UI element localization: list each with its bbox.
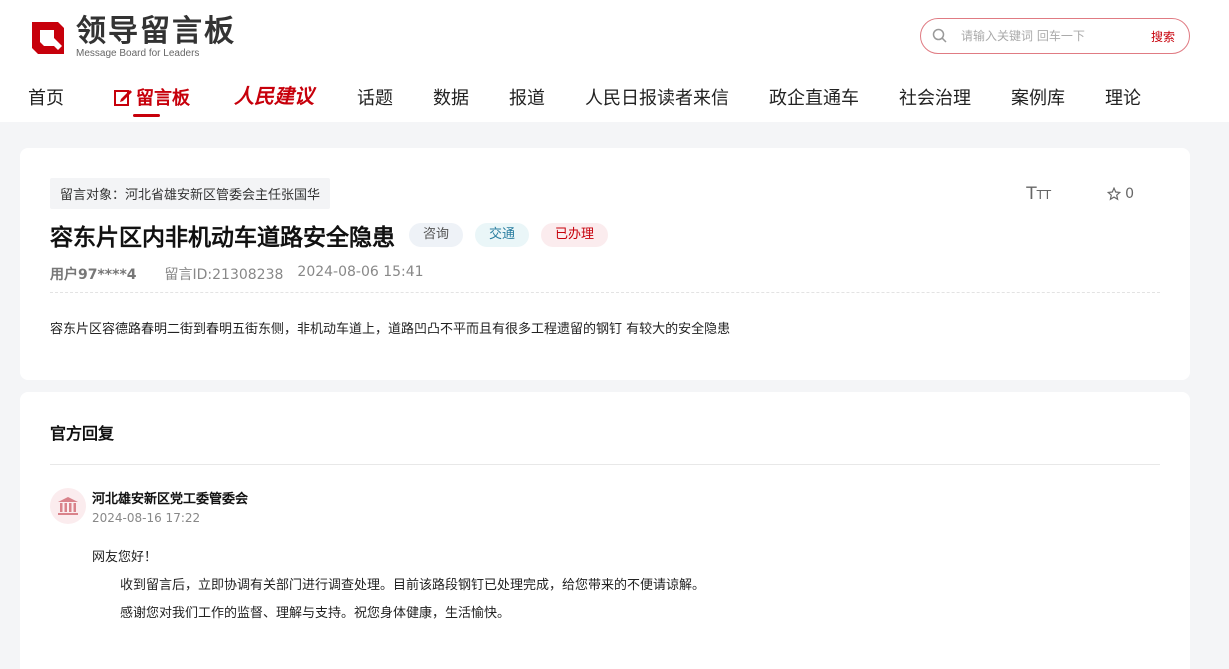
message-id: 留言ID:21308238 [164,267,284,283]
reply-datetime: 2024-08-16 17:22 [92,511,201,525]
site-title: 领导留言板 [76,14,236,49]
message-card: 留言对象：河北省雄安新区管委会主任张国华 TTT 0 容东片区内非机动车道路安全… [20,148,1190,380]
message-user: 用户97****4 [50,267,137,283]
tag-consult[interactable]: 咨询 [409,223,464,247]
edit-icon [114,90,132,106]
message-datetime: 2024-08-06 15:41 [297,264,424,280]
reply-org-name: 河北雄安新区党工委管委会 [92,492,249,507]
avatar [50,488,86,524]
reply-heading: 官方回复 [50,424,115,443]
nav-item-theory[interactable]: 理论 [1105,84,1141,110]
search-input[interactable] [961,29,1131,43]
title-row: 容东片区内非机动车道路安全隐患 咨询 交通 已办理 [50,218,609,252]
government-building-icon [58,497,78,515]
tag-traffic[interactable]: 交通 [475,223,530,247]
search-icon [932,28,947,43]
star-icon [1107,187,1122,201]
reply-line: 收到留言后，立即协调有关部门进行调查处理。目前该路段钢钉已处理完成，给您带来的不… [120,578,706,593]
main-nav: 首页 留言板 人民建议 话题 数据 报道 人民日报读者来信 政企直通车 社会治理… [0,80,1229,120]
message-target: 留言对象：河北省雄安新区管委会主任张国华 [50,178,331,209]
reply-line: 感谢您对我们工作的监督、理解与支持。祝您身体健康，生活愉快。 [120,606,511,621]
nav-item-enterprise[interactable]: 政企直通车 [769,84,859,110]
tag-status: 已办理 [541,223,609,247]
site-logo[interactable]: 领导留言板 Message Board for Leaders [28,16,236,60]
nav-item-social-governance[interactable]: 社会治理 [899,84,971,110]
favorite-button[interactable]: 0 [1107,186,1134,202]
nav-item-case-library[interactable]: 案例库 [1011,84,1065,110]
divider [50,292,1160,293]
search-button[interactable]: 搜索 [1151,28,1175,45]
message-title: 容东片区内非机动车道路安全隐患 [50,225,395,251]
nav-item-reports[interactable]: 报道 [509,84,545,110]
top-header: 领导留言板 Message Board for Leaders 搜索 首页 留言… [0,0,1229,122]
search-box: 搜索 [920,18,1190,54]
reply-card: 官方回复 河北雄安新区党工委管委会 2024-08-16 17:22 网友您好！… [20,392,1190,669]
nav-active-underline [133,114,160,117]
reply-body: 网友您好！ 收到留言后，立即协调有关部门进行调查处理。目前该路段钢钉已处理完成，… [92,544,705,628]
reply-greeting: 网友您好！ [92,550,158,565]
nav-item-home[interactable]: 首页 [28,84,64,110]
nav-item-data[interactable]: 数据 [433,84,469,110]
message-tools: TTT 0 [1026,184,1134,204]
divider [50,464,1160,465]
nav-item-message-board-label: 留言板 [136,88,190,109]
message-meta: 用户97****4 留言ID:21308238 2024-08-06 15:41 [50,264,424,284]
message-content: 容东片区容德路春明二街到春明五街东侧，非机动车道上，道路凹凸不平而且有很多工程遗… [50,322,731,337]
font-size-icon[interactable]: TTT [1026,184,1051,204]
nav-item-people-suggestions[interactable]: 人民建议 [234,80,314,109]
nav-item-topics[interactable]: 话题 [357,84,393,110]
logo-icon [32,22,64,54]
nav-item-message-board[interactable]: 留言板 [113,84,190,110]
font-size-label: TT [1036,188,1052,202]
favorite-count: 0 [1125,186,1134,202]
nav-item-readers-letters[interactable]: 人民日报读者来信 [585,84,729,110]
site-subtitle: Message Board for Leaders [76,48,200,59]
